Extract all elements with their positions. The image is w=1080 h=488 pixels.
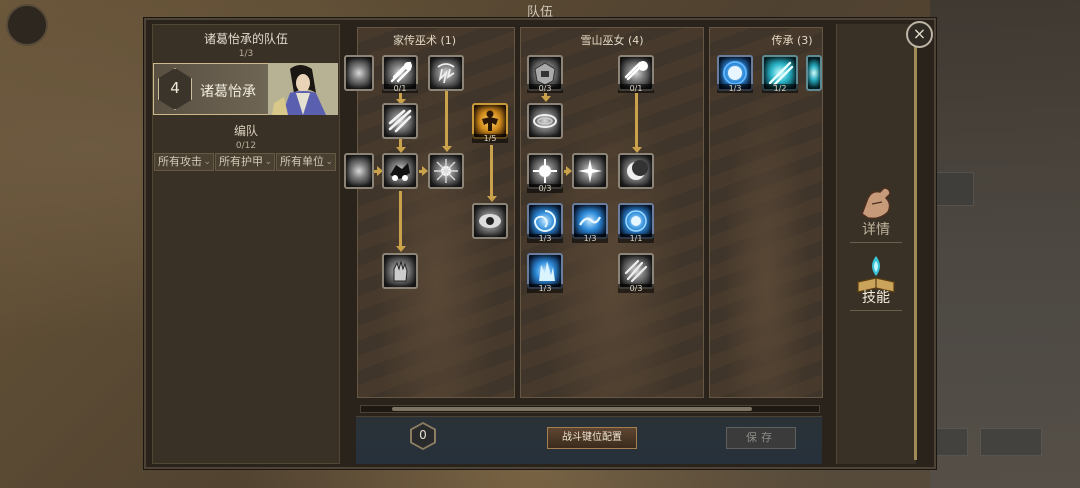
cyan-slash-icon[interactable] [806,55,822,91]
skill-rank: 1/5 [472,134,508,143]
background-hud-button [934,172,974,206]
background-hud-button [980,428,1042,456]
team-title: 诸葛怡承的队伍 [203,32,288,46]
skill-rank: 1/2 [762,84,798,93]
skill-rank: 1/3 [527,234,563,243]
side-tab-rail [836,24,916,464]
chevron-down-icon: ⌄ [264,157,272,167]
team-count: 1/3 [238,49,254,59]
hero-name: 诸葛怡承 [200,84,256,100]
skill-link [635,93,638,148]
skill-link [490,145,493,197]
rail-separator [850,242,902,243]
save-button[interactable]: 保存 [726,427,796,449]
skill-link-arrow [442,146,452,152]
skill-link [445,91,448,147]
hero-portrait [268,63,338,115]
tab-skills[interactable]: 技能 [848,287,904,307]
filter-unit-label: 所有单位 [280,155,324,168]
background-hud-button [934,428,968,456]
star-burst-icon[interactable] [572,153,608,189]
skill-rank: 0/3 [527,184,563,193]
spirit-burst-icon[interactable] [428,153,464,189]
skill-link [399,191,402,247]
filter-attack-label: 所有攻击 [158,155,202,168]
filter-attack-dropdown[interactable]: 所有攻击 ⌄ [154,153,214,171]
skill-rank: 0/3 [618,284,654,293]
hero-level: 4 [170,79,180,97]
chevron-down-icon: ⌄ [325,157,333,167]
rail-separator [850,310,902,311]
filter-armor-dropdown[interactable]: 所有护甲 ⌄ [215,153,275,171]
skill-rank: 1/3 [527,284,563,293]
skill-rank: 0/1 [382,84,418,93]
rail-divider [914,40,917,460]
skill-rank: 1/1 [618,234,654,243]
tab-details[interactable]: 详情 [848,219,904,239]
skill-rank: 1/3 [572,234,608,243]
skill-rank: 0/3 [527,84,563,93]
lightning-storm-icon[interactable] [428,55,464,91]
formation-title: 编队 [233,124,258,138]
war-chariot-icon[interactable] [382,153,418,189]
comet-icon[interactable] [344,55,374,91]
skill-points: 0 [419,428,427,442]
skill-tree-title: 家传巫术 (1) [392,34,457,47]
all-seeing-eye-icon[interactable] [472,203,508,239]
whirlwind-ring-icon[interactable] [527,103,563,139]
skill-rank: 0/1 [618,84,654,93]
flexed-arm-icon [861,187,891,220]
filter-unit-dropdown[interactable]: 所有单位 ⌄ [276,153,336,171]
filter-armor-label: 所有护甲 [219,155,263,168]
skill-link-arrow [487,196,497,202]
grasping-hand-icon[interactable] [382,253,418,289]
skill-rank: 1/3 [717,84,753,93]
skill-link-arrow [396,246,406,252]
partial-skill-icon[interactable] [344,153,374,189]
skill-link-arrow [541,96,551,102]
formation-count: 0/12 [235,141,257,151]
crescent-orb-icon[interactable] [618,153,654,189]
window-title: 队伍 [526,5,553,20]
world-map-right-shade [930,0,1080,488]
close-icon: × [912,24,927,43]
scrollbar-thumb[interactable] [392,407,752,411]
claw-strike-icon[interactable] [382,103,418,139]
close-button[interactable]: × [906,21,933,48]
skill-tree-title: 雪山巫女 (4) [580,34,644,47]
chevron-down-icon: ⌄ [203,157,211,167]
combat-keybind-button[interactable]: 战斗键位配置 [547,427,637,449]
